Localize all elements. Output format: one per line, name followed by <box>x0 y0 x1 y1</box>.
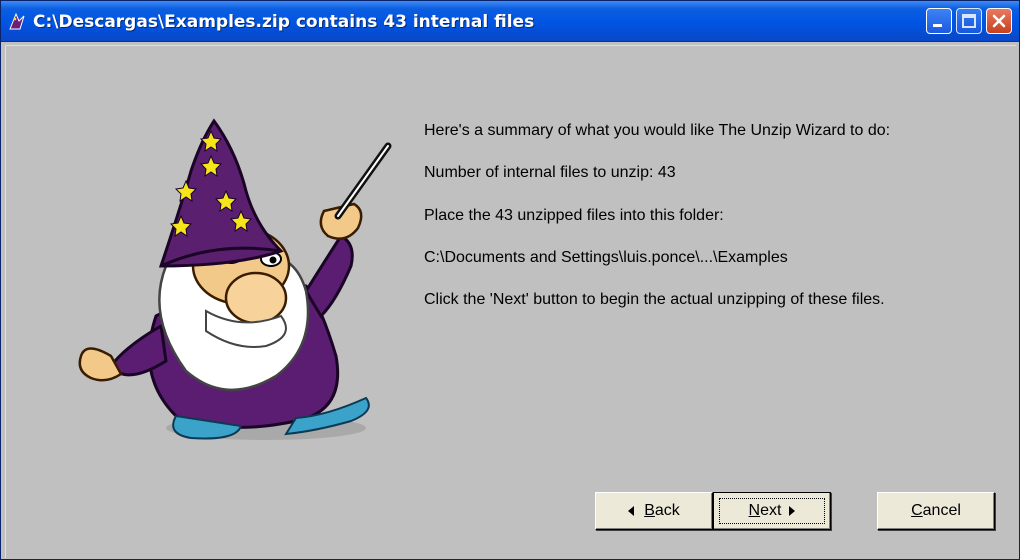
wizard-illustration <box>78 118 392 440</box>
destination-path: C:\Documents and Settings\luis.ponce\...… <box>424 249 788 266</box>
focus-rectangle <box>719 498 825 524</box>
summary-heading: Here's a summary of what you would like … <box>424 122 891 139</box>
arrow-left-icon <box>628 506 635 516</box>
back-button[interactable]: Back <box>595 492 713 530</box>
cancel-label: ancel <box>922 502 961 519</box>
maximize-button[interactable] <box>956 8 982 34</box>
destination-label: Place the 43 unzipped files into this fo… <box>424 207 724 224</box>
minimize-icon <box>933 24 942 27</box>
back-label: ack <box>654 502 680 519</box>
wizard-content: Here's a summary of what you would like … <box>5 45 1016 558</box>
next-button[interactable]: Next <box>713 492 831 530</box>
window-title: C:\Descargas\Examples.zip contains 43 in… <box>33 12 535 32</box>
maximize-icon <box>962 14 976 28</box>
close-icon <box>992 14 1006 28</box>
unzip-wizard-window: C:\Descargas\Examples.zip contains 43 in… <box>0 0 1020 560</box>
close-button[interactable] <box>986 8 1012 34</box>
wizard-app-icon <box>9 12 25 30</box>
back-mnemonic: B <box>644 502 655 519</box>
file-count-text: Number of internal files to unzip: 43 <box>424 164 676 181</box>
cancel-mnemonic: C <box>911 502 923 519</box>
instruction-text: Click the 'Next' button to begin the act… <box>424 291 885 308</box>
minimize-button[interactable] <box>926 8 952 34</box>
title-bar[interactable]: C:\Descargas\Examples.zip contains 43 in… <box>1 1 1019 42</box>
cancel-button[interactable]: Cancel <box>877 492 995 530</box>
